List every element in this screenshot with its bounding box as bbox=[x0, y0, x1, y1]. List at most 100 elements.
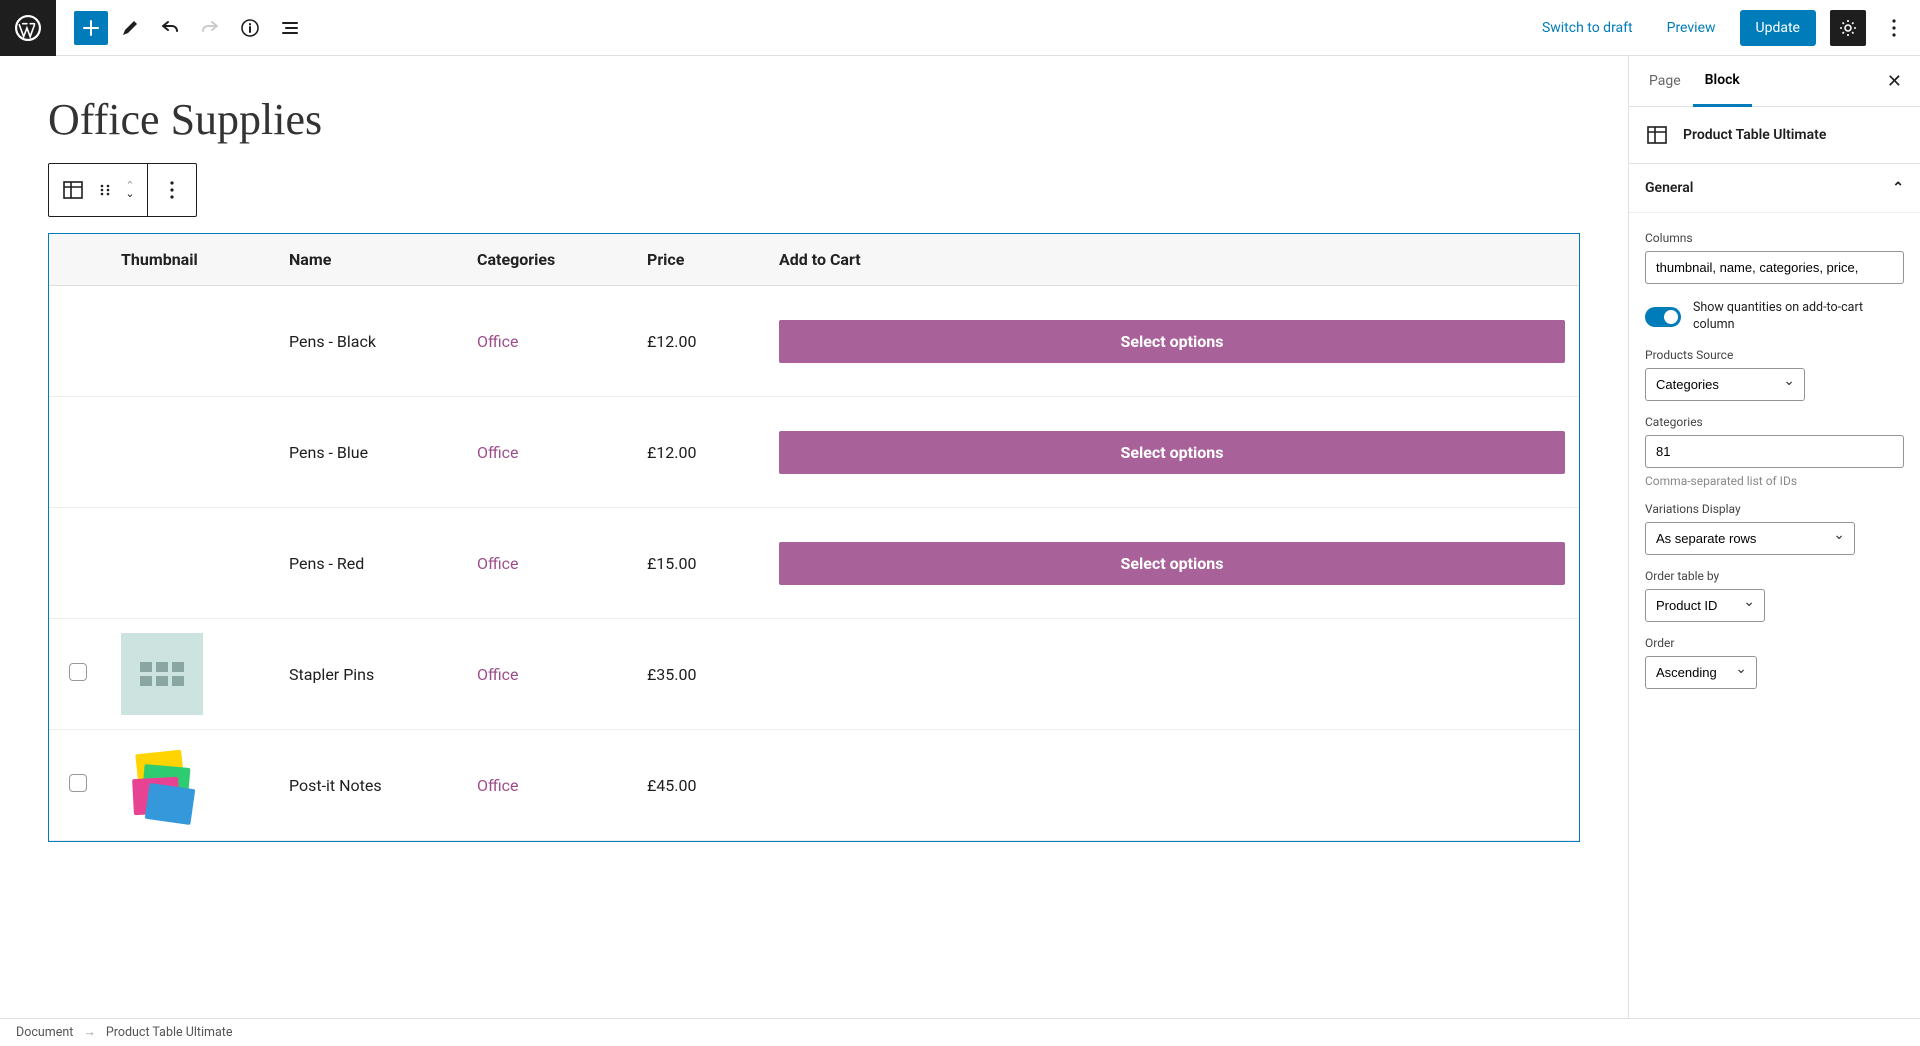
product-table-block[interactable]: Thumbnail Name Categories Price Add to C… bbox=[48, 233, 1580, 842]
outline-icon bbox=[280, 18, 300, 38]
table-row: Pens - Red Office £15.00 Select options bbox=[49, 508, 1579, 619]
product-price: £45.00 bbox=[633, 730, 765, 841]
block-title-row: Product Table Ultimate bbox=[1629, 107, 1920, 164]
close-icon: ✕ bbox=[1887, 71, 1902, 92]
kebab-icon bbox=[1892, 19, 1896, 37]
update-button[interactable]: Update bbox=[1740, 10, 1816, 46]
undo-icon bbox=[160, 18, 180, 38]
block-mover: ⌃ ⌄ bbox=[119, 182, 141, 198]
col-addtocart: Add to Cart bbox=[765, 234, 1579, 286]
product-name[interactable]: Post-it Notes bbox=[275, 730, 463, 841]
select-options-button[interactable]: Select options bbox=[779, 320, 1565, 363]
kebab-icon bbox=[170, 181, 174, 199]
col-categories: Categories bbox=[463, 234, 633, 286]
row-checkbox[interactable] bbox=[69, 774, 87, 792]
orderby-select[interactable]: Product ID bbox=[1645, 589, 1765, 622]
product-thumbnail[interactable] bbox=[121, 522, 203, 604]
product-thumbnail[interactable] bbox=[121, 300, 203, 382]
select-options-button[interactable]: Select options bbox=[779, 431, 1565, 474]
editor-top-bar: Switch to draft Preview Update bbox=[0, 0, 1920, 56]
select-options-button[interactable]: Select options bbox=[779, 542, 1565, 585]
switch-to-draft-button[interactable]: Switch to draft bbox=[1532, 12, 1643, 44]
block-name-label: Product Table Ultimate bbox=[1683, 127, 1826, 143]
product-category-link[interactable]: Office bbox=[477, 554, 519, 573]
categories-help: Comma-separated list of IDs bbox=[1645, 474, 1904, 488]
product-table: Thumbnail Name Categories Price Add to C… bbox=[49, 234, 1579, 841]
columns-input[interactable] bbox=[1645, 251, 1904, 284]
source-select[interactable]: Categories bbox=[1645, 368, 1805, 401]
product-name[interactable]: Pens - Black bbox=[275, 286, 463, 397]
page-title[interactable]: Office Supplies bbox=[48, 94, 1580, 145]
categories-input[interactable] bbox=[1645, 435, 1904, 468]
row-checkbox[interactable] bbox=[69, 663, 87, 681]
wordpress-icon bbox=[15, 15, 41, 41]
settings-sidebar: Page Block ✕ Product Table Ultimate Gene… bbox=[1628, 56, 1920, 1018]
chevron-up-icon: ⌃ bbox=[1892, 180, 1904, 196]
product-category-link[interactable]: Office bbox=[477, 443, 519, 462]
variations-select[interactable]: As separate rows bbox=[1645, 522, 1855, 555]
product-thumbnail[interactable] bbox=[121, 744, 203, 826]
product-category-link[interactable]: Office bbox=[477, 332, 519, 351]
redo-icon bbox=[200, 18, 220, 38]
info-button[interactable] bbox=[232, 10, 268, 46]
breadcrumb-bar: Document → Product Table Ultimate bbox=[0, 1018, 1920, 1046]
tab-block[interactable]: Block bbox=[1693, 56, 1752, 107]
order-label: Order bbox=[1645, 636, 1904, 650]
move-down-button[interactable]: ⌄ bbox=[119, 190, 141, 198]
add-block-button[interactable] bbox=[74, 11, 108, 45]
col-check bbox=[49, 234, 107, 286]
table-row: Pens - BlueOffice£12.00Select options bbox=[49, 397, 1579, 508]
gear-icon bbox=[1838, 18, 1858, 38]
product-price: £35.00 bbox=[633, 619, 765, 730]
toolbar-left bbox=[56, 10, 308, 46]
editor-canvas: Office Supplies ⌃ ⌄ bbox=[0, 56, 1628, 1018]
edit-tool-button[interactable] bbox=[112, 10, 148, 46]
quantities-toggle-label: Show quantities on add-to-cart column bbox=[1693, 300, 1904, 334]
quantities-toggle[interactable] bbox=[1645, 307, 1681, 327]
plus-icon bbox=[81, 18, 101, 38]
breadcrumb-root[interactable]: Document bbox=[16, 1025, 73, 1040]
panel-general-toggle[interactable]: General ⌃ bbox=[1629, 164, 1920, 213]
undo-button[interactable] bbox=[152, 10, 188, 46]
block-type-button[interactable] bbox=[55, 170, 91, 210]
more-options-button[interactable] bbox=[1880, 10, 1908, 46]
block-toolbar: ⌃ ⌄ bbox=[48, 163, 197, 217]
outline-button[interactable] bbox=[272, 10, 308, 46]
settings-toggle-button[interactable] bbox=[1830, 10, 1866, 46]
block-more-button[interactable] bbox=[154, 170, 190, 210]
product-thumbnail[interactable] bbox=[121, 411, 203, 493]
orderby-label: Order table by bbox=[1645, 569, 1904, 583]
toolbar-right: Switch to draft Preview Update bbox=[1532, 10, 1920, 46]
info-icon bbox=[240, 18, 260, 38]
preview-button[interactable]: Preview bbox=[1657, 12, 1726, 44]
table-row: Pens - Black Office £12.00 Select options bbox=[49, 286, 1579, 397]
breadcrumb-sep: → bbox=[83, 1025, 96, 1040]
drag-icon bbox=[98, 183, 112, 197]
product-category-link[interactable]: Office bbox=[477, 665, 519, 684]
table-row: Post-it Notes Office £45.00 bbox=[49, 730, 1579, 841]
pencil-icon bbox=[120, 18, 140, 38]
columns-label: Columns bbox=[1645, 231, 1904, 245]
col-name: Name bbox=[275, 234, 463, 286]
redo-button[interactable] bbox=[192, 10, 228, 46]
product-name[interactable]: Pens - Blue bbox=[275, 397, 463, 508]
panel-general-label: General bbox=[1645, 180, 1693, 196]
table-row: Stapler Pins Office £35.00 bbox=[49, 619, 1579, 730]
drag-handle[interactable] bbox=[93, 170, 117, 210]
breadcrumb-current[interactable]: Product Table Ultimate bbox=[106, 1025, 233, 1040]
product-thumbnail[interactable] bbox=[121, 633, 203, 715]
sidebar-tabs: Page Block ✕ bbox=[1629, 56, 1920, 107]
table-icon bbox=[1645, 123, 1669, 147]
tab-page[interactable]: Page bbox=[1637, 57, 1693, 105]
product-price: £12.00 bbox=[633, 286, 765, 397]
product-category-link[interactable]: Office bbox=[477, 776, 519, 795]
order-select[interactable]: Ascending bbox=[1645, 656, 1757, 689]
product-name[interactable]: Pens - Red bbox=[275, 508, 463, 619]
editor-layout: Office Supplies ⌃ ⌄ bbox=[0, 56, 1920, 1018]
wordpress-logo-button[interactable] bbox=[0, 0, 56, 56]
product-price: £15.00 bbox=[633, 508, 765, 619]
product-name[interactable]: Stapler Pins bbox=[275, 619, 463, 730]
col-thumbnail: Thumbnail bbox=[107, 234, 275, 286]
source-label: Products Source bbox=[1645, 348, 1904, 362]
close-sidebar-button[interactable]: ✕ bbox=[1877, 71, 1912, 92]
